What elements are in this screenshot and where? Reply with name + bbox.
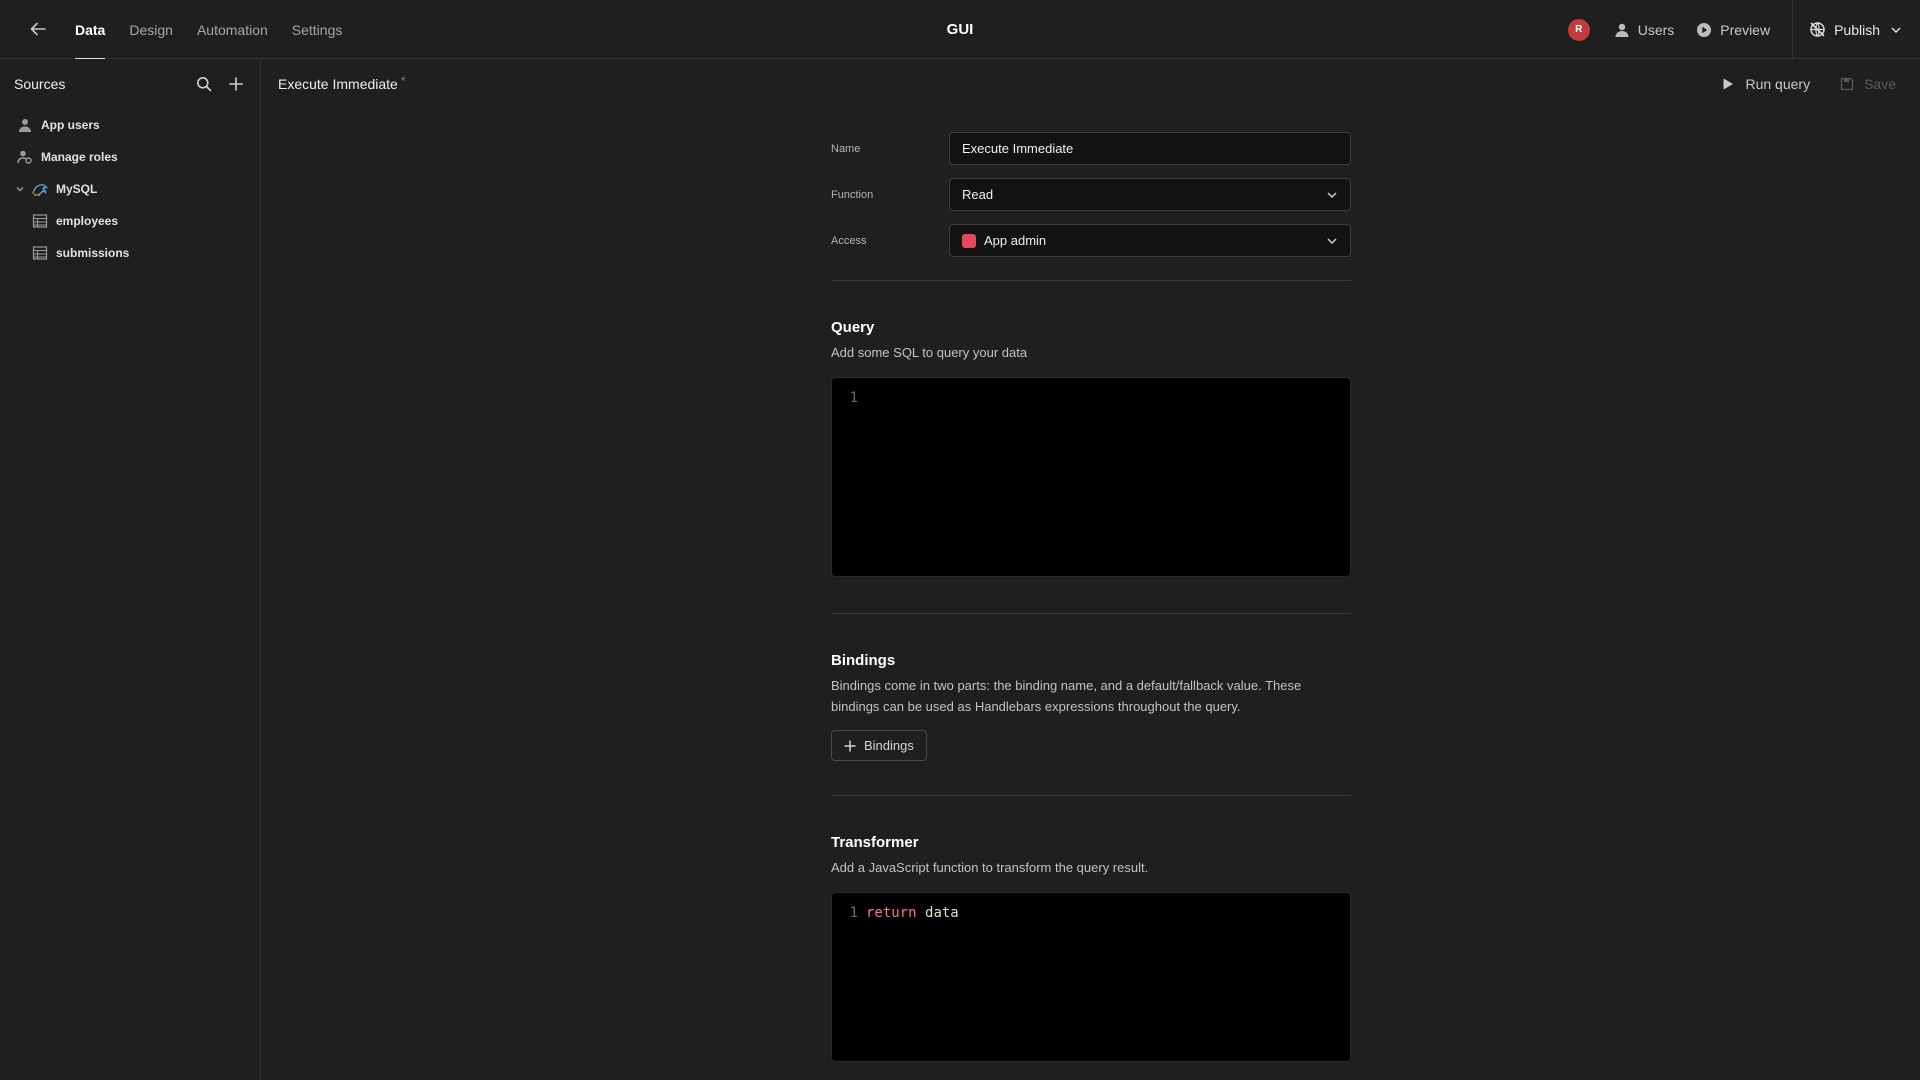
sidebar-item-label: Manage roles (41, 150, 118, 164)
line-number: 1 (849, 390, 858, 406)
sidebar-item-label: App users (41, 118, 100, 132)
top-right-actions: R Users Preview Publish (1567, 0, 1920, 59)
sidebar-item-label: submissions (56, 246, 130, 260)
sidebar-item-mysql[interactable]: MySQL (0, 173, 260, 205)
name-field-wrapper (949, 132, 1351, 165)
run-query-label: Run query (1745, 76, 1811, 92)
query-actions: Run query Save (1721, 59, 1896, 109)
query-section-description: Add some SQL to query your data (831, 345, 1028, 360)
globe-off-icon (1810, 22, 1825, 37)
bindings-button-label: Bindings (864, 738, 914, 753)
transformer-section-description: Add a JavaScript function to transform t… (831, 860, 1149, 875)
sidebar-item-label: employees (56, 214, 119, 228)
divider (831, 613, 1351, 614)
back-button[interactable] (26, 17, 50, 41)
add-bindings-button[interactable]: Bindings (831, 730, 927, 761)
sql-editor[interactable]: 1 (831, 377, 1351, 577)
query-form: Name Function Read Access App admin Quer… (831, 132, 1351, 1062)
bindings-section-title: Bindings (831, 652, 896, 669)
unsaved-indicator: * (400, 74, 406, 88)
divider (831, 795, 1351, 796)
publish-button[interactable]: Publish (1792, 0, 1920, 59)
chevron-down-icon (1327, 192, 1337, 199)
chevron-down-icon (1891, 26, 1901, 33)
preview-button[interactable]: Preview (1696, 22, 1770, 38)
add-source-icon[interactable] (226, 74, 246, 94)
sidebar-item-label: MySQL (56, 182, 98, 196)
sidebar-item-app-users[interactable]: App users (0, 109, 260, 141)
publish-label: Publish (1834, 21, 1880, 38)
save-icon (1840, 77, 1854, 91)
line-number: 1 (849, 905, 858, 921)
tab-data[interactable]: Data (75, 0, 106, 60)
bindings-section-description: Bindings come in two parts: the binding … (831, 678, 1302, 714)
divider (831, 280, 1351, 281)
tab-design[interactable]: Design (129, 0, 173, 59)
search-icon[interactable] (194, 74, 214, 94)
main-nav-tabs: Data Design Automation Settings (75, 0, 366, 60)
code-variable: data (925, 905, 959, 921)
query-section-title: Query (831, 319, 875, 336)
sources-sidebar: Sources App users Manage roles MySQL emp… (0, 59, 261, 1080)
function-label: Function (831, 188, 874, 201)
access-value: App admin (984, 233, 1047, 248)
sidebar-header: Sources (0, 59, 260, 109)
bindings-button-wrap: Bindings (831, 730, 1351, 761)
role-color-swatch (962, 233, 976, 248)
save-label: Save (1864, 76, 1896, 92)
function-value: Read (962, 187, 994, 202)
function-select[interactable]: Read (949, 178, 1351, 211)
chevron-down-icon (1327, 238, 1337, 245)
chevron-down-icon[interactable] (14, 184, 26, 194)
transformer-section-title: Transformer (831, 834, 919, 851)
sidebar-item-submissions[interactable]: submissions (0, 237, 260, 269)
table-icon (31, 244, 49, 262)
play-circle-icon (1697, 22, 1712, 37)
users-button[interactable]: Users (1614, 21, 1675, 38)
users-label: Users (1637, 21, 1675, 38)
save-button[interactable]: Save (1840, 76, 1896, 92)
arrow-left-icon (30, 22, 46, 36)
sidebar-item-manage-roles[interactable]: Manage roles (0, 141, 260, 173)
name-row: Name (831, 132, 1351, 165)
function-row: Function Read (831, 178, 1351, 211)
javascript-editor[interactable]: 1 return data (831, 892, 1351, 1062)
preview-label: Preview (1720, 21, 1771, 38)
name-input[interactable] (962, 141, 1338, 156)
access-label: Access (831, 234, 867, 247)
tab-automation[interactable]: Automation (197, 0, 268, 59)
sidebar-title: Sources (14, 76, 66, 92)
run-query-button[interactable]: Run query (1721, 76, 1810, 92)
access-row: Access App admin (831, 224, 1351, 257)
query-header: Execute Immediate * Run query Save (262, 59, 1920, 109)
mysql-icon (31, 180, 49, 198)
editor-line: 1 (832, 388, 1350, 408)
sidebar-item-employees[interactable]: employees (0, 205, 260, 237)
code-keyword: return (866, 905, 917, 921)
top-bar: Data Design Automation Settings GUI R Us… (0, 0, 1920, 60)
user-icon (1615, 23, 1629, 37)
name-label: Name (831, 142, 861, 155)
avatar[interactable]: R (1567, 18, 1590, 41)
query-title: Execute Immediate (278, 76, 398, 92)
editor-line: 1 return data (832, 903, 1350, 923)
play-icon (1723, 78, 1734, 90)
table-icon (31, 212, 49, 230)
plus-icon (844, 739, 856, 752)
roles-icon (16, 148, 34, 166)
user-icon (16, 116, 34, 134)
tab-settings[interactable]: Settings (292, 0, 343, 59)
access-select[interactable]: App admin (949, 224, 1351, 257)
